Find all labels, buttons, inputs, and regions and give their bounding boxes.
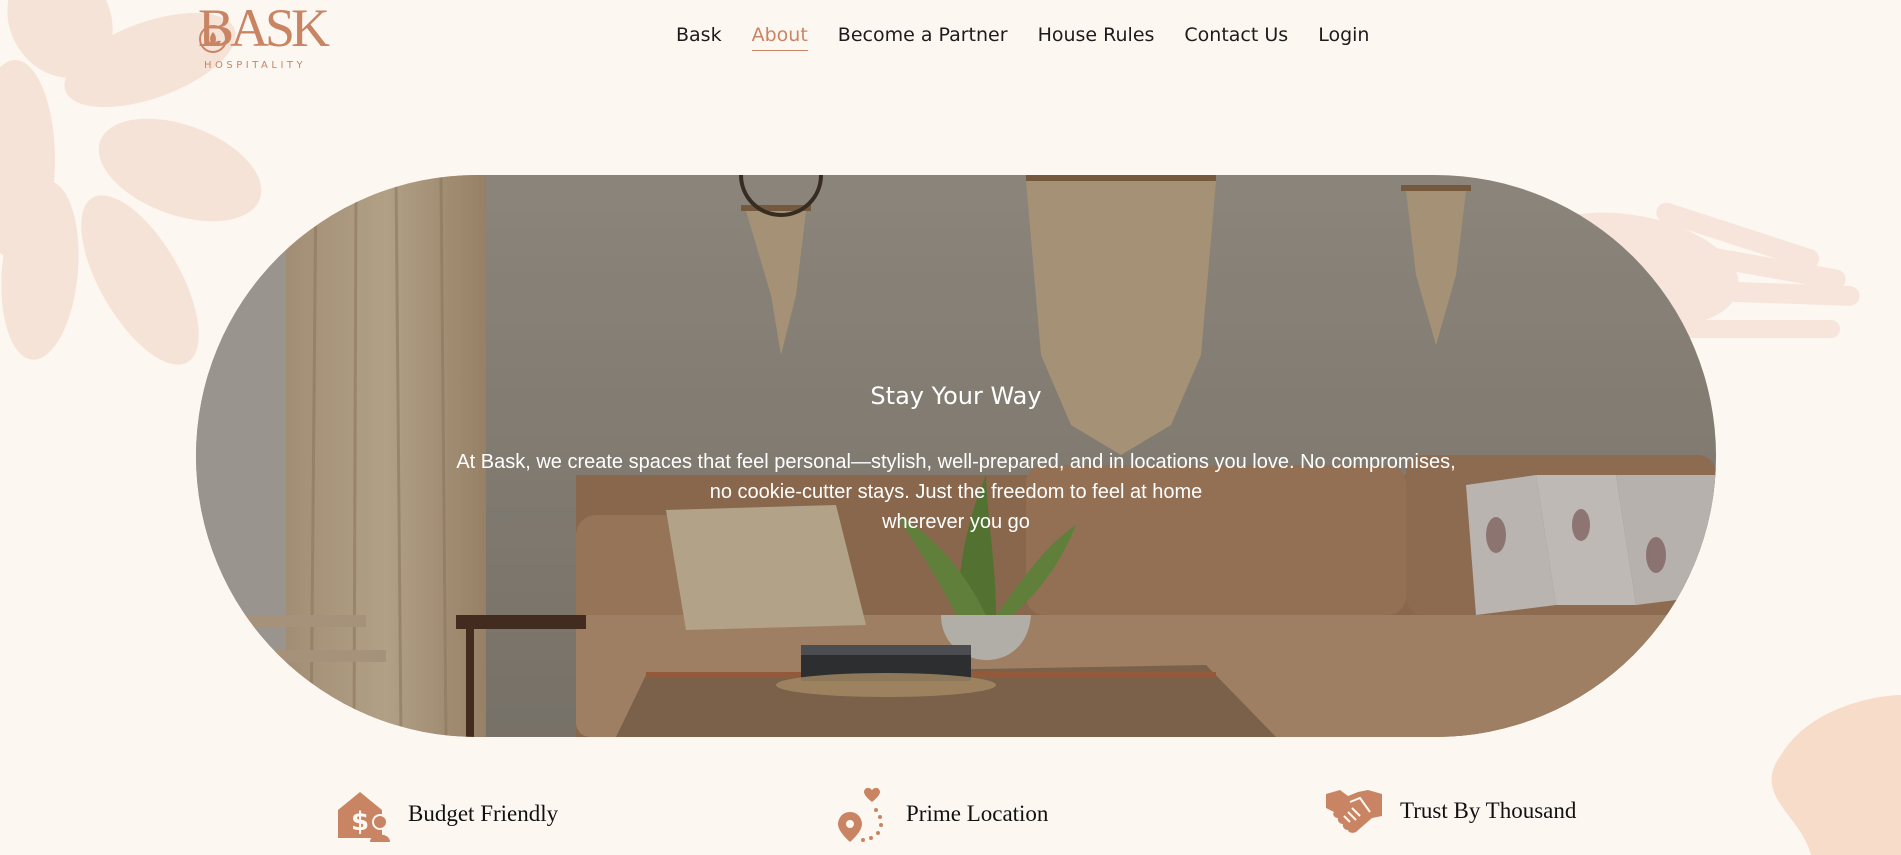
handshake-icon: [1326, 790, 1382, 833]
location-pin-heart-icon: [838, 787, 883, 842]
hero-text-line: no cookie-cutter stays. Just the freedom…: [709, 481, 1203, 503]
hero-description: At Bask, we create spaces that feel pers…: [446, 447, 1466, 537]
nav-item-house-rules[interactable]: House Rules: [1038, 22, 1155, 51]
main-nav: Bask About Become a Partner House Rules …: [676, 22, 1369, 51]
bask-logo[interactable]: BASK HOSPITALITY: [196, 0, 330, 74]
bask-logo-emblem: [199, 25, 227, 53]
feature-budget-friendly: $ Budget Friendly: [334, 786, 558, 842]
hero-text-line: wherever you go: [882, 511, 1030, 533]
feature-label: Trust By Thousand: [1400, 798, 1577, 823]
feature-label: Budget Friendly: [408, 801, 559, 826]
svg-text:$: $: [351, 807, 369, 837]
nav-item-bask[interactable]: Bask: [676, 22, 722, 51]
feature-trust-by-thousand: Trust By Thousand: [1326, 786, 1576, 836]
features-row: $ Budget Friendly Prime Location Trust B…: [0, 786, 1901, 846]
logo-subtitle: HOSPITALITY: [204, 60, 307, 71]
hero-banner: Stay Your Way At Bask, we create spaces …: [196, 175, 1716, 737]
hero-text-line: At Bask, we create spaces that feel pers…: [456, 451, 1456, 473]
nav-item-contact-us[interactable]: Contact Us: [1184, 22, 1288, 51]
feature-label: Prime Location: [906, 801, 1049, 826]
nav-item-about[interactable]: About: [751, 22, 808, 51]
feature-prime-location: Prime Location: [836, 786, 1048, 842]
nav-item-become-partner[interactable]: Become a Partner: [838, 22, 1008, 51]
nav-item-login[interactable]: Login: [1318, 22, 1369, 51]
budget-house-dollar-icon: $: [338, 792, 390, 842]
hero-title: Stay Your Way: [870, 382, 1042, 410]
